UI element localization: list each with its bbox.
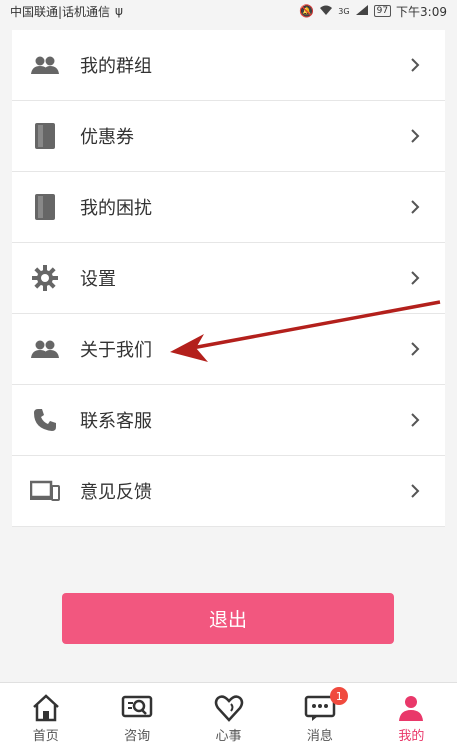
tab-consult[interactable]: 咨询 xyxy=(91,683,182,754)
bottom-tab-bar: 首页 咨询 心事 消息 1 我的 xyxy=(0,682,457,754)
menu-item-label: 我的群组 xyxy=(80,56,152,77)
coupon-icon xyxy=(30,121,60,151)
usb-icon: ψ xyxy=(115,4,123,18)
menu-list: 我的群组 优惠券 我的困扰 设置 关于我们 联系客服 意见反馈 xyxy=(12,30,445,527)
devices-icon xyxy=(30,476,60,506)
mute-icon: 🔕 xyxy=(299,4,315,18)
tab-mine[interactable]: 我的 xyxy=(366,683,457,754)
menu-item-my-groups[interactable]: 我的群组 xyxy=(12,30,445,101)
home-icon xyxy=(32,693,59,721)
chevron-right-icon xyxy=(411,484,420,498)
tab-home[interactable]: 首页 xyxy=(0,683,91,754)
menu-item-contact-service[interactable]: 联系客服 xyxy=(12,385,445,456)
logout-button[interactable]: 退出 xyxy=(62,593,394,644)
wifi-icon xyxy=(319,4,333,19)
book-icon xyxy=(30,192,60,222)
chevron-right-icon xyxy=(411,413,420,427)
heart-icon xyxy=(214,694,243,722)
tab-label: 心事 xyxy=(215,728,242,744)
menu-item-label: 优惠券 xyxy=(80,127,134,148)
unread-badge: 1 xyxy=(330,687,349,705)
menu-item-label: 意见反馈 xyxy=(80,482,152,503)
annotation-arrow-icon xyxy=(170,300,441,362)
tab-label: 咨询 xyxy=(124,728,151,744)
chevron-right-icon xyxy=(411,58,420,72)
chevron-right-icon xyxy=(411,271,420,285)
network-type: 3G xyxy=(338,6,350,16)
menu-item-label: 设置 xyxy=(80,269,116,290)
profile-icon xyxy=(399,695,424,721)
status-bar: 中国联通|话机通信 ψ 🔕 3G 97 下午3:09 xyxy=(0,0,457,22)
chevron-right-icon xyxy=(411,200,420,214)
phone-icon xyxy=(30,405,60,435)
carrier-text: 中国联通|话机通信 xyxy=(10,4,111,19)
status-time: 下午3:09 xyxy=(396,4,447,19)
group-icon xyxy=(30,50,60,80)
battery-indicator: 97 xyxy=(373,5,392,17)
menu-item-label: 联系客服 xyxy=(80,411,152,432)
tab-label: 消息 xyxy=(306,728,333,744)
group-icon xyxy=(30,334,60,364)
menu-item-feedback[interactable]: 意见反馈 xyxy=(12,456,445,527)
signal-icon xyxy=(355,4,369,19)
menu-item-my-troubles[interactable]: 我的困扰 xyxy=(12,172,445,243)
tab-label: 首页 xyxy=(32,728,59,744)
chevron-right-icon xyxy=(411,129,420,143)
consult-icon xyxy=(121,695,153,717)
menu-item-label: 我的困扰 xyxy=(80,198,152,219)
tab-messages[interactable]: 消息 1 xyxy=(274,683,365,754)
gear-icon xyxy=(30,263,60,293)
menu-item-coupons[interactable]: 优惠券 xyxy=(12,101,445,172)
tab-heart[interactable]: 心事 xyxy=(183,683,274,754)
tab-label: 我的 xyxy=(398,728,425,744)
